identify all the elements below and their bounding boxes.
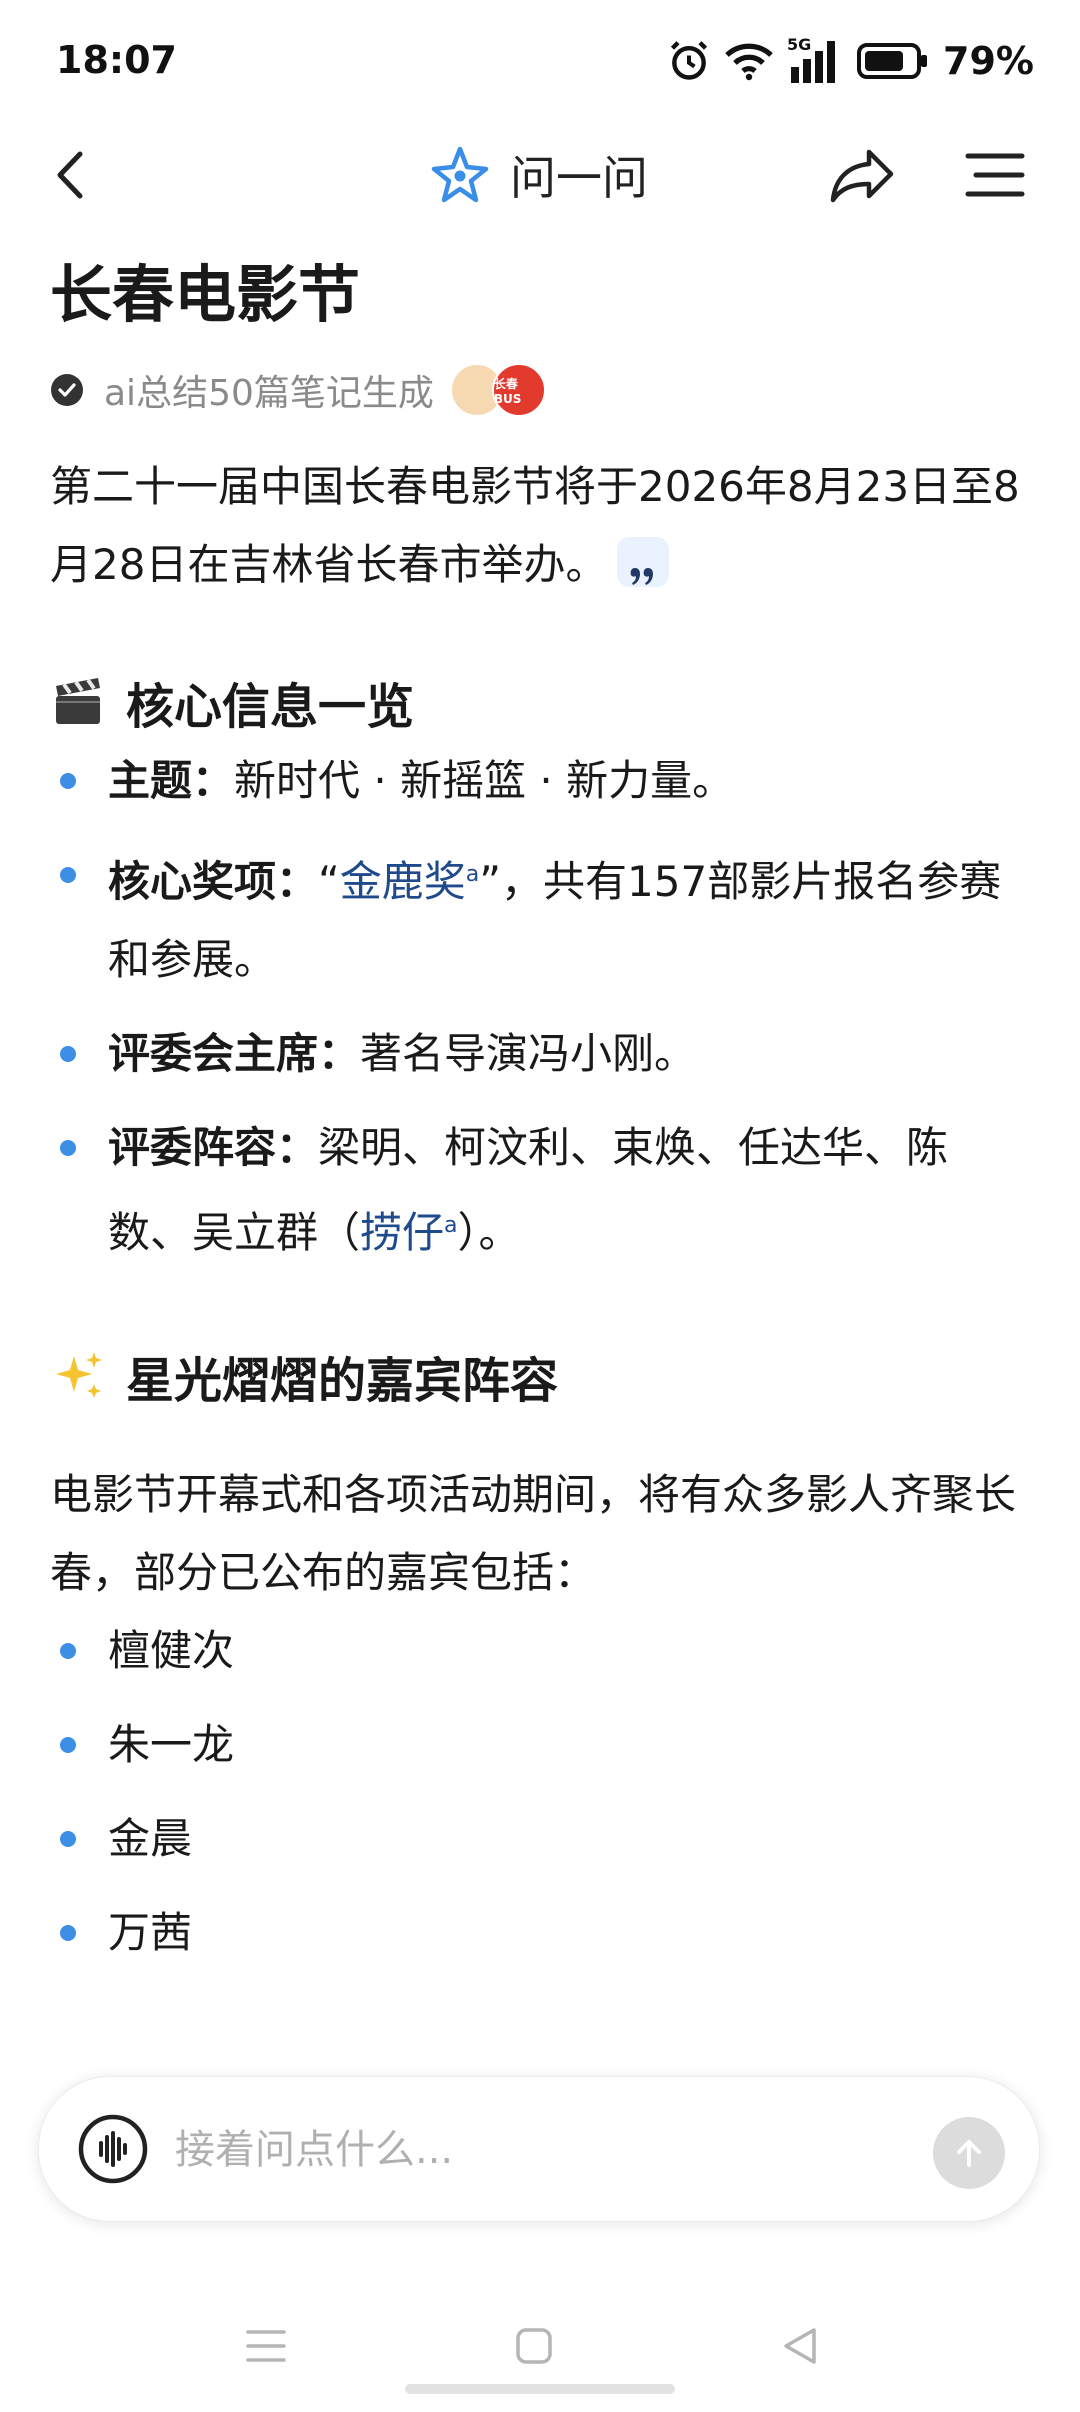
list-item: 评委会主席：著名导演冯小刚。 — [50, 1015, 1030, 1093]
guests-list: 檀健次 朱一龙 金晨 万茜 — [50, 1612, 1030, 1972]
battery-percent: 79% — [943, 39, 1034, 83]
page-title: 长春电影节 — [50, 258, 361, 331]
citation-button[interactable] — [617, 536, 670, 587]
list-item: 檀健次 — [50, 1612, 1030, 1690]
search-link-golden-deer[interactable]: 金鹿奖𝖺 — [340, 857, 480, 906]
ai-star-icon — [431, 146, 489, 203]
menu-icon[interactable] — [960, 142, 1030, 208]
section-heading-guests: 星光熠熠的嘉宾阵容 — [50, 1336, 1030, 1416]
clapperboard-icon — [56, 678, 100, 724]
list-item: 朱一龙 — [50, 1706, 1030, 1784]
send-button[interactable] — [933, 2117, 1005, 2189]
search-icon: 𝖺 — [465, 862, 480, 887]
intro-text: 第二十一届中国长春电影节将于2026年8月23日至8月28日在吉林省长春市举办。 — [50, 462, 1020, 589]
link-text: 捞仔 — [360, 1208, 445, 1257]
item-text: 著名导演冯小刚。 — [360, 1029, 697, 1078]
core-info-list: 主题：新时代 · 新摇篮 · 新力量。 核心奖项：“金鹿奖𝖺”，共有157部影片… — [50, 742, 1030, 1272]
list-item: 主题：新时代 · 新摇篮 · 新力量。 — [50, 742, 1030, 820]
avatar[interactable]: 长春BUS — [491, 363, 546, 417]
source-meta-text: ai总结50篇笔记生成 — [104, 373, 434, 414]
signal-icon: 5G — [787, 35, 843, 83]
wifi-icon — [725, 43, 773, 81]
search-icon: 𝖺 — [444, 1213, 458, 1238]
item-text-post: ）。 — [457, 1208, 521, 1257]
check-icon — [51, 374, 83, 406]
item-text-pre: “ — [318, 857, 340, 906]
content-fade — [0, 1990, 1080, 2070]
source-meta: ai总结50篇笔记生成 长春BUS — [50, 360, 1030, 420]
item-label: 主题： — [108, 756, 235, 805]
link-text: 金鹿奖 — [339, 857, 466, 906]
send-arrow-icon — [957, 2140, 981, 2167]
back-icon[interactable] — [38, 140, 108, 210]
voice-icon[interactable] — [77, 2113, 149, 2185]
list-item: 万茜 — [50, 1894, 1030, 1972]
answer-content: 长春电影节 ai总结50篇笔记生成 长春BUS 第二十一届中国长春电影节将于20… — [50, 250, 1030, 1988]
followup-input[interactable] — [173, 2117, 877, 2183]
status-bar: 18:07 5G 79% — [0, 0, 1080, 120]
top-nav: 问一问 — [0, 120, 1080, 230]
share-icon[interactable] — [825, 138, 899, 212]
source-avatars[interactable]: 长春BUS — [449, 363, 546, 417]
list-item: 评委阵容：梁明、柯汶利、束焕、任达华、陈数、吴立群（捞仔𝖺）。 — [50, 1109, 1030, 1272]
recent-apps-icon[interactable] — [236, 2316, 296, 2376]
avatar-label: 长春BUS — [493, 376, 522, 406]
list-item: 金晨 — [50, 1800, 1030, 1878]
item-label: 评委阵容： — [108, 1123, 319, 1172]
nav-title-group: 问一问 — [430, 138, 648, 212]
status-time: 18:07 — [56, 38, 177, 82]
search-link-laozai[interactable]: 捞仔𝖺 — [360, 1208, 458, 1257]
status-icons: 5G 79% — [667, 34, 1034, 88]
intro-paragraph: 第二十一届中国长春电影节将于2026年8月23日至8月28日在吉林省长春市举办。 — [50, 448, 1030, 604]
home-indicator — [405, 2384, 675, 2394]
followup-input-bar — [38, 2076, 1040, 2222]
item-label: 评委会主席： — [108, 1029, 361, 1078]
home-icon[interactable] — [504, 2316, 564, 2376]
section-heading-text: 核心信息一览 — [126, 679, 415, 735]
guests-paragraph: 电影节开幕式和各项活动期间，将有众多影人齐聚长春，部分已公布的嘉宾包括： — [50, 1470, 1017, 1597]
battery-icon — [857, 43, 928, 79]
sparkles-icon — [56, 1352, 102, 1398]
item-label: 核心奖项： — [108, 857, 319, 906]
quote-icon — [631, 567, 654, 585]
item-text: 新时代 · 新摇篮 · 新力量。 — [234, 756, 735, 805]
section-heading-core-info: 核心信息一览 — [50, 662, 1030, 742]
alarm-icon — [670, 41, 708, 80]
list-item: 核心奖项：“金鹿奖𝖺”，共有157部影片报名参赛和参展。 — [50, 836, 1030, 999]
back-triangle-icon[interactable] — [770, 2316, 830, 2376]
nav-title: 问一问 — [510, 151, 648, 205]
section-heading-text: 星光熠熠的嘉宾阵容 — [126, 1353, 559, 1409]
